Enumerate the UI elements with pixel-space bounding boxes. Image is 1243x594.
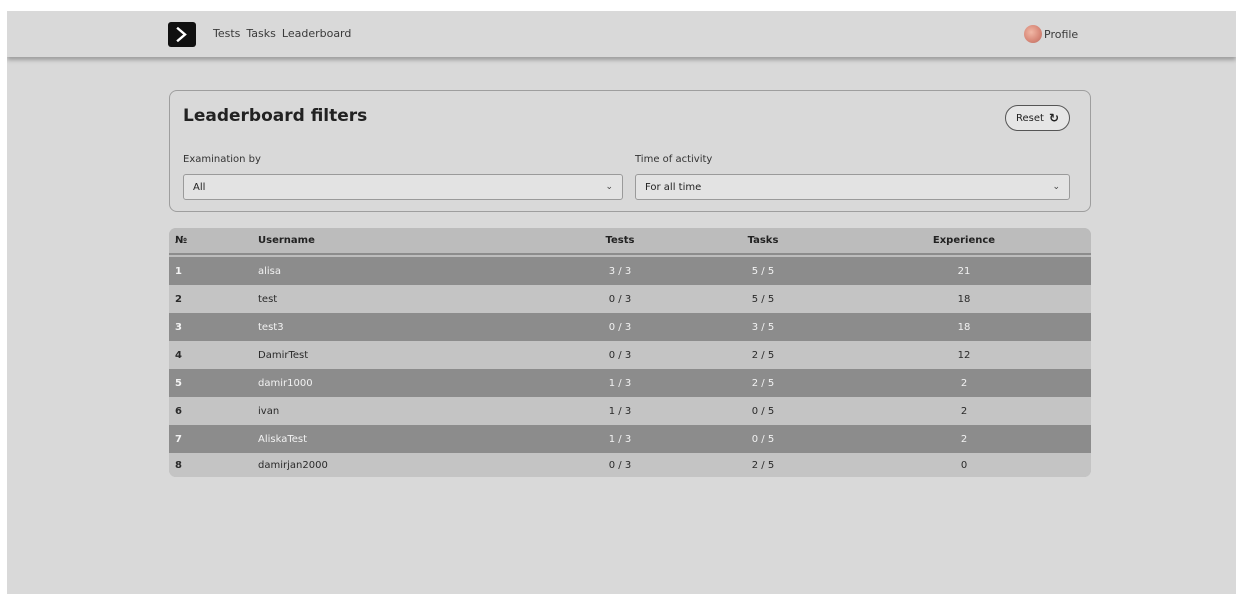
table-row[interactable]: 4 DamirTest 0 / 3 2 / 5 12 xyxy=(169,341,1091,369)
leaderboard-table: № Username Tests Tasks Experience 1 alis… xyxy=(169,228,1091,477)
chevron-down-icon: ⌄ xyxy=(1052,182,1060,192)
filters-title: Leaderboard filters xyxy=(183,106,368,126)
row-username: AliskaTest xyxy=(258,433,308,445)
avatar xyxy=(1024,25,1042,43)
time-of-activity-value: For all time xyxy=(645,181,702,193)
chevron-down-icon: ⌄ xyxy=(605,182,613,192)
row-number: 6 xyxy=(175,405,182,417)
table-row[interactable]: 7 AliskaTest 1 / 3 0 / 5 2 xyxy=(169,425,1091,453)
reset-label: Reset xyxy=(1016,112,1044,124)
row-username: test xyxy=(258,293,278,305)
reset-icon: ↻ xyxy=(1048,111,1059,125)
header-tests: Tests xyxy=(605,235,635,246)
row-number: 4 xyxy=(175,349,182,361)
row-tasks: 2 / 5 xyxy=(751,459,775,471)
examination-select[interactable]: All ⌄ xyxy=(183,174,623,200)
row-tests: 1 / 3 xyxy=(608,405,632,417)
nav-link-leaderboard[interactable]: Leaderboard xyxy=(282,27,351,40)
row-number: 7 xyxy=(175,433,182,445)
row-number: 8 xyxy=(175,459,182,471)
row-tests: 3 / 3 xyxy=(608,265,632,277)
row-number: 2 xyxy=(175,293,182,305)
leaderboard-filters-card: Leaderboard filters Reset ↻ Examination … xyxy=(169,90,1091,212)
chevron-right-icon xyxy=(176,27,187,42)
profile-label: Profile xyxy=(1044,27,1079,41)
row-username: DamirTest xyxy=(258,349,309,361)
header-experience: Experience xyxy=(932,235,996,246)
time-of-activity-select[interactable]: For all time ⌄ xyxy=(635,174,1070,200)
reset-button[interactable]: Reset ↻ xyxy=(1005,105,1070,131)
row-username: ivan xyxy=(258,405,280,417)
row-number: 1 xyxy=(175,265,182,277)
top-navbar: Tests Tasks Leaderboard Profile xyxy=(7,11,1236,57)
nav-links: Tests Tasks Leaderboard xyxy=(213,27,351,40)
row-tests: 0 / 3 xyxy=(608,349,632,361)
table-row[interactable]: 3 test3 0 / 3 3 / 5 18 xyxy=(169,313,1091,341)
row-experience: 18 xyxy=(957,321,971,333)
table-row[interactable]: 2 test 0 / 3 5 / 5 18 xyxy=(169,285,1091,313)
row-tests: 0 / 3 xyxy=(608,459,632,471)
row-tasks: 2 / 5 xyxy=(751,349,775,361)
table-row[interactable]: 6 ivan 1 / 3 0 / 5 2 xyxy=(169,397,1091,425)
row-experience: 0 xyxy=(960,459,968,471)
row-tests: 1 / 3 xyxy=(608,377,632,389)
table-header: № Username Tests Tasks Experience xyxy=(169,228,1091,255)
row-experience: 12 xyxy=(957,349,971,361)
row-experience: 18 xyxy=(957,293,971,305)
row-tasks: 5 / 5 xyxy=(751,293,775,305)
row-username: test3 xyxy=(258,321,284,333)
row-tasks: 5 / 5 xyxy=(751,265,775,277)
row-number: 3 xyxy=(175,321,182,333)
table-row[interactable]: 8 damirjan2000 0 / 3 2 / 5 0 xyxy=(169,453,1091,477)
row-experience: 21 xyxy=(957,265,971,277)
row-tasks: 0 / 5 xyxy=(751,433,775,445)
profile-link[interactable]: Profile xyxy=(1024,25,1078,43)
row-username: alisa xyxy=(258,265,282,277)
row-number: 5 xyxy=(175,377,182,389)
row-tasks: 2 / 5 xyxy=(751,377,775,389)
nav-link-tests[interactable]: Tests xyxy=(213,27,240,40)
nav-link-tasks[interactable]: Tasks xyxy=(246,27,275,40)
table-row[interactable]: 1 alisa 3 / 3 5 / 5 21 xyxy=(169,257,1091,285)
header-tasks: Tasks xyxy=(747,235,779,246)
row-username: damirjan2000 xyxy=(258,459,328,471)
row-tasks: 0 / 5 xyxy=(751,405,775,417)
row-experience: 2 xyxy=(960,433,968,445)
examination-label: Examination by xyxy=(183,154,261,165)
time-of-activity-label: Time of activity xyxy=(635,154,713,165)
row-experience: 2 xyxy=(960,405,968,417)
row-experience: 2 xyxy=(960,377,968,389)
row-tests: 1 / 3 xyxy=(608,433,632,445)
examination-value: All xyxy=(193,181,206,193)
logo-button[interactable] xyxy=(168,22,196,47)
row-tests: 0 / 3 xyxy=(608,321,632,333)
row-tasks: 3 / 5 xyxy=(751,321,775,333)
row-username: damir1000 xyxy=(258,377,313,389)
header-username: Username xyxy=(258,235,315,246)
table-row[interactable]: 5 damir1000 1 / 3 2 / 5 2 xyxy=(169,369,1091,397)
row-tests: 0 / 3 xyxy=(608,293,632,305)
page: Tests Tasks Leaderboard Profile Leaderbo… xyxy=(7,11,1236,594)
header-number: № xyxy=(175,235,188,246)
